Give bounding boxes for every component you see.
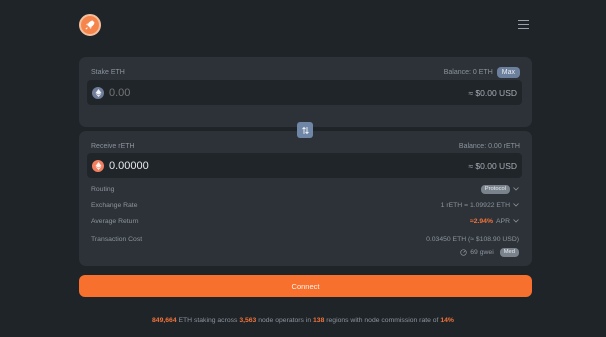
footer-text-3: regions with node commission rate of	[324, 317, 441, 324]
region-count: 138	[313, 317, 325, 324]
stake-amount-input[interactable]	[109, 86, 469, 99]
rocket-icon	[85, 20, 95, 30]
transaction-cost-label: Transaction Cost	[91, 235, 143, 243]
average-return-row[interactable]: Average Return ≈2.94% APR	[91, 216, 519, 226]
operator-count: 3,563	[239, 317, 257, 324]
receive-balance: Balance: 0.00 rETH	[458, 142, 520, 150]
exchange-rate-label: Exchange Rate	[91, 201, 138, 209]
swap-arrows-icon	[301, 126, 309, 134]
chevron-down-icon[interactable]	[513, 187, 519, 191]
routing-badge: Protocol	[480, 184, 510, 194]
receive-usd-value: ≈ $0.00 USD	[468, 160, 517, 171]
receive-card: Receive rETH Balance: 0.00 rETH ≈ $0.00 …	[79, 131, 532, 266]
connect-button[interactable]: Connect	[79, 275, 532, 297]
stake-header: Stake ETH Balance: 0 ETH Max	[91, 66, 520, 78]
gas-price: 69 gwei	[470, 248, 494, 256]
receive-amount-input[interactable]	[109, 159, 469, 172]
receive-header: Receive rETH Balance: 0.00 rETH	[91, 140, 520, 152]
average-return-label: Average Return	[91, 217, 139, 225]
exchange-rate-value: 1 rETH = 1.09922 ETH	[440, 201, 510, 209]
gas-gauge-icon	[460, 248, 467, 256]
stake-card: Stake ETH Balance: 0 ETH Max ≈ $0.00 USD	[79, 57, 532, 127]
gas-speed-badge[interactable]: Med	[499, 247, 519, 257]
transaction-cost-value: 0.03450 ETH (≈ $108.90 USD)	[426, 235, 519, 243]
chevron-down-icon[interactable]	[513, 203, 519, 207]
routing-row[interactable]: Routing Protocol	[91, 184, 519, 194]
network-stats: 849,664 ETH staking across 3,563 node op…	[0, 317, 606, 324]
footer-text-2: node operators in	[256, 317, 314, 324]
max-button[interactable]: Max	[496, 66, 520, 78]
stake-usd-value: ≈ $0.00 USD	[468, 87, 517, 98]
rocketpool-logo[interactable]	[79, 14, 101, 36]
exchange-rate-row[interactable]: Exchange Rate 1 rETH = 1.09922 ETH	[91, 200, 519, 210]
stake-amount-row: ≈ $0.00 USD	[87, 80, 522, 105]
swap-direction-button[interactable]	[297, 122, 313, 138]
staked-eth-amount: 849,664	[152, 317, 177, 324]
ethereum-icon	[92, 86, 104, 99]
receive-amount-row: ≈ $0.00 USD	[87, 153, 522, 178]
receive-label: Receive rETH	[91, 142, 135, 150]
commission-rate: 14%	[440, 317, 454, 324]
apr-value: 2.94%	[473, 217, 494, 225]
gas-row[interactable]: 69 gwei Med	[91, 247, 519, 257]
apr-unit: APR	[496, 217, 510, 225]
footer-text-1: ETH staking across	[176, 317, 240, 324]
reth-icon	[92, 159, 104, 172]
routing-label: Routing	[91, 185, 115, 193]
stake-label: Stake ETH	[91, 68, 125, 76]
chevron-down-icon[interactable]	[513, 219, 519, 223]
transaction-cost-row: Transaction Cost 0.03450 ETH (≈ $108.90 …	[91, 234, 519, 244]
hamburger-menu-icon[interactable]	[518, 20, 529, 29]
stake-balance: Balance: 0 ETH	[443, 68, 493, 76]
